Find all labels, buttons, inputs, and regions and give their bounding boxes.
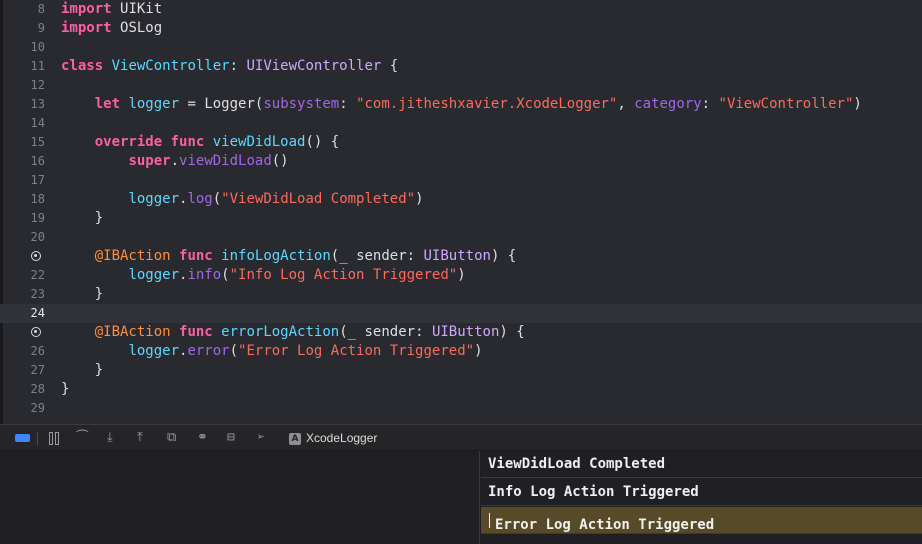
step-over-icon[interactable]: ⏜ [76, 430, 89, 446]
code-line[interactable]: 17 [0, 171, 922, 190]
line-number: 12 [30, 78, 45, 92]
line-number: 14 [30, 116, 45, 130]
line-number: 13 [30, 97, 45, 111]
line-number: 27 [30, 363, 45, 377]
code-line[interactable]: 27 } [0, 361, 922, 380]
scheme-name[interactable]: XcodeLogger [306, 431, 377, 446]
code-line[interactable]: 29 [0, 399, 922, 418]
simulate-location-icon[interactable]: ➢ [257, 430, 265, 446]
console-output[interactable]: ViewDidLoad Completed Info Log Action Tr… [481, 451, 922, 544]
code-line[interactable]: 28} [0, 380, 922, 399]
log-entry[interactable]: ViewDidLoad Completed [481, 451, 922, 478]
line-number: 15 [30, 135, 45, 149]
line-number: 29 [30, 401, 45, 415]
line-number: 26 [30, 344, 45, 358]
environment-overrides-icon[interactable]: ⊟ [227, 430, 235, 446]
debug-toolbar: ⏜ ⤓ ⤒ ⧉ ⚭ ⊟ ➢ A XcodeLogger [0, 424, 922, 451]
line-number: 20 [30, 230, 45, 244]
code-line[interactable]: @IBAction func infoLogAction(_ sender: U… [0, 247, 922, 266]
line-number: 11 [30, 59, 45, 73]
code-line[interactable]: 14 [0, 114, 922, 133]
line-number: 18 [30, 192, 45, 206]
debug-view-hierarchy-icon[interactable]: ⧉ [167, 430, 176, 446]
code-line[interactable]: 10 [0, 38, 922, 57]
app-icon: A [289, 433, 301, 445]
code-line[interactable]: 12 [0, 76, 922, 95]
outlet-connection-icon[interactable] [31, 251, 41, 261]
log-entry[interactable]: Info Log Action Triggered [481, 479, 922, 506]
code-line[interactable]: 8 import UIKit [0, 0, 922, 19]
source-editor[interactable]: 8 import UIKit 9 import OSLog 10 11 class V… [0, 0, 922, 424]
code-line[interactable]: 26 logger.error("Error Log Action Trigge… [0, 342, 922, 361]
code-line[interactable]: 9 import OSLog [0, 19, 922, 38]
code-line[interactable]: 22 logger.info("Info Log Action Triggere… [0, 266, 922, 285]
pause-icon[interactable] [47, 431, 61, 445]
code-line[interactable]: 16 super.viewDidLoad() [0, 152, 922, 171]
divider [37, 432, 38, 445]
step-out-icon[interactable]: ⤒ [137, 430, 143, 446]
current-code-line[interactable]: 24 [0, 304, 922, 323]
line-number: 28 [30, 382, 45, 396]
line-number: 19 [30, 211, 45, 225]
code-line[interactable]: 13 let logger = Logger(subsystem: "com.j… [0, 95, 922, 114]
step-into-icon[interactable]: ⤓ [107, 430, 113, 446]
outlet-connection-icon[interactable] [31, 327, 41, 337]
log-entry-selected[interactable]: Error Log Action Triggered [481, 507, 922, 534]
variables-view[interactable] [0, 451, 480, 544]
line-number: 8 [37, 2, 45, 16]
code-line[interactable]: 18 logger.log("ViewDidLoad Completed") [0, 190, 922, 209]
line-number: 10 [30, 40, 45, 54]
line-number: 22 [30, 268, 45, 282]
code-line[interactable]: 20 [0, 228, 922, 247]
code-line[interactable]: 11 class ViewController: UIViewController… [0, 57, 922, 76]
code-line[interactable]: 19 } [0, 209, 922, 228]
line-number: 16 [30, 154, 45, 168]
code-line[interactable]: 23 } [0, 285, 922, 304]
line-number: 24 [30, 306, 45, 320]
line-number: 23 [30, 287, 45, 301]
code-line[interactable]: 15 override func viewDidLoad() { [0, 133, 922, 152]
console-toggle-icon[interactable] [15, 434, 30, 442]
line-number: 17 [30, 173, 45, 187]
text-cursor [489, 512, 490, 528]
code-line[interactable]: @IBAction func errorLogAction(_ sender: … [0, 323, 922, 342]
memory-graph-icon[interactable]: ⚭ [197, 430, 208, 446]
line-number: 9 [37, 21, 45, 35]
xcode-window: 8 import UIKit 9 import OSLog 10 11 class V… [0, 0, 922, 544]
